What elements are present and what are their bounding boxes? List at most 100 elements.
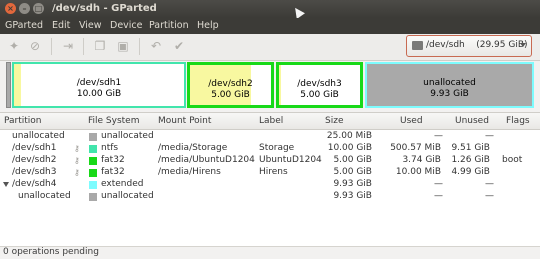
partition-size: 5.00 GiB	[300, 90, 339, 100]
cell-partition: /dev/sdh4	[12, 179, 57, 189]
table-row[interactable]: /dev/sdh4 extended 9.93 GiB — —	[0, 179, 540, 191]
column-header-file-system[interactable]: File System	[88, 116, 139, 126]
partition-name: /dev/sdh2	[208, 79, 253, 89]
cell-mount-point: /media/Hirens	[158, 167, 221, 177]
cell-file-system: fat32	[101, 167, 125, 177]
disk-map-partition-sdh3[interactable]: /dev/sdh3 5.00 GiB	[276, 62, 363, 108]
column-header-unused[interactable]: Unused	[455, 116, 489, 126]
cell-used: —	[434, 191, 443, 201]
cell-size: 10.00 GiB	[327, 143, 372, 153]
column-header-flags[interactable]: Flags	[506, 116, 530, 126]
delete-icon[interactable]: ⊘	[28, 39, 42, 53]
maximize-icon[interactable]: □	[33, 3, 44, 14]
device-name: /dev/sdh	[426, 40, 465, 50]
fs-color-swatch	[89, 181, 97, 189]
cell-file-system: unallocated	[101, 131, 154, 141]
table-row[interactable]: /dev/sdh1 ⚷ ntfs /media/Storage Storage …	[0, 143, 540, 155]
key-icon: ⚷	[74, 168, 80, 177]
cell-file-system: unallocated	[101, 191, 154, 201]
partition-name: /dev/sdh1	[76, 78, 122, 88]
table-header: Partition File System Mount Point Label …	[0, 113, 540, 130]
column-header-mount-point[interactable]: Mount Point	[158, 116, 211, 126]
column-header-label[interactable]: Label	[259, 116, 283, 126]
toolbar-separator	[51, 38, 52, 55]
cell-file-system: ntfs	[101, 143, 119, 153]
menu-view[interactable]: View	[79, 20, 102, 31]
apply-icon[interactable]: ✔	[172, 39, 186, 53]
mouse-cursor-icon	[291, 5, 305, 19]
expander-arrow-icon[interactable]	[3, 182, 9, 187]
window-title: /dev/sdh - GParted	[52, 3, 157, 14]
close-icon[interactable]: ×	[5, 3, 16, 14]
disk-map-unallocated[interactable]: unallocated 9.93 GiB	[365, 62, 534, 108]
partition-size: 5.00 GiB	[211, 90, 250, 100]
disk-map-partition-sdh1[interactable]: /dev/sdh1 10.00 GiB	[12, 62, 186, 108]
cell-size: 25.00 MiB	[326, 131, 372, 141]
disk-map-unallocated-small[interactable]	[6, 62, 11, 108]
cell-used: 3.74 GiB	[402, 155, 441, 165]
fs-color-swatch	[89, 169, 97, 177]
column-header-size[interactable]: Size	[325, 116, 343, 126]
cell-partition: unallocated	[12, 131, 65, 141]
minimize-icon[interactable]: –	[19, 3, 30, 14]
partition-table: Partition File System Mount Point Label …	[0, 112, 540, 247]
fs-color-swatch	[89, 145, 97, 153]
cell-unused: —	[485, 131, 494, 141]
title-bar: × – □ /dev/sdh - GParted	[0, 0, 540, 19]
cell-label: Storage	[259, 143, 295, 153]
cell-size: 9.93 GiB	[333, 179, 372, 189]
cell-partition: /dev/sdh1	[12, 143, 57, 153]
paste-icon[interactable]: ▣	[116, 39, 130, 53]
cell-unused: 4.99 GiB	[451, 167, 490, 177]
undo-icon[interactable]: ↶	[149, 39, 163, 53]
cell-unused: —	[485, 191, 494, 201]
table-row[interactable]: /dev/sdh2 ⚷ fat32 /media/UbuntuD1204 Ubu…	[0, 155, 540, 167]
cell-label: UbuntuD1204	[259, 155, 322, 165]
fs-color-swatch	[89, 157, 97, 165]
cell-unused: 9.51 GiB	[451, 143, 490, 153]
column-header-used[interactable]: Used	[400, 116, 423, 126]
cell-partition: unallocated	[18, 191, 71, 201]
cell-used: 500.57 MiB	[390, 143, 441, 153]
cell-size: 9.93 GiB	[333, 191, 372, 201]
cell-size: 5.00 GiB	[333, 167, 372, 177]
cell-unused: —	[485, 179, 494, 189]
status-text: 0 operations pending	[3, 247, 99, 257]
menu-help[interactable]: Help	[197, 20, 219, 31]
menu-gparted[interactable]: GParted	[5, 20, 43, 31]
cell-file-system: extended	[101, 179, 144, 189]
cell-partition: /dev/sdh3	[12, 167, 57, 177]
chevron-down-icon	[520, 43, 526, 47]
cell-partition: /dev/sdh2	[12, 155, 57, 165]
toolbar-separator	[83, 38, 84, 55]
menu-bar: GParted Edit View Device Partition Help	[0, 18, 540, 34]
partition-size: 9.93 GiB	[430, 89, 469, 99]
column-header-partition[interactable]: Partition	[4, 116, 42, 126]
table-row[interactable]: unallocated unallocated 9.93 GiB — —	[0, 191, 540, 203]
fs-color-swatch	[89, 133, 97, 141]
toolbar-separator	[139, 38, 140, 55]
menu-edit[interactable]: Edit	[52, 20, 70, 31]
cell-size: 5.00 GiB	[333, 155, 372, 165]
cell-used: 10.00 MiB	[395, 167, 441, 177]
cell-mount-point: /media/UbuntuD1204	[158, 155, 255, 165]
key-icon: ⚷	[74, 156, 80, 165]
cell-label: Hirens	[259, 167, 288, 177]
menu-partition[interactable]: Partition	[149, 20, 189, 31]
disk-map: /dev/sdh1 10.00 GiB /dev/sdh2 5.00 GiB /…	[4, 60, 536, 112]
disk-map-partition-sdh2[interactable]: /dev/sdh2 5.00 GiB	[187, 62, 274, 108]
cell-file-system: fat32	[101, 155, 125, 165]
device-selector[interactable]: /dev/sdh (29.95 GiB)	[406, 35, 532, 57]
fs-color-swatch	[89, 193, 97, 201]
copy-icon[interactable]: ❐	[93, 39, 107, 53]
key-icon: ⚷	[74, 144, 80, 153]
status-bar: 0 operations pending	[0, 246, 540, 259]
menu-device[interactable]: Device	[110, 20, 143, 31]
cell-used: —	[434, 179, 443, 189]
resize-move-icon[interactable]: ⇥	[61, 39, 75, 53]
cell-used: —	[434, 131, 443, 141]
cell-unused: 1.26 GiB	[451, 155, 490, 165]
table-row[interactable]: /dev/sdh3 ⚷ fat32 /media/Hirens Hirens 5…	[0, 167, 540, 179]
table-row[interactable]: unallocated unallocated 25.00 MiB — —	[0, 131, 540, 143]
new-partition-icon[interactable]: ✦	[7, 39, 21, 53]
